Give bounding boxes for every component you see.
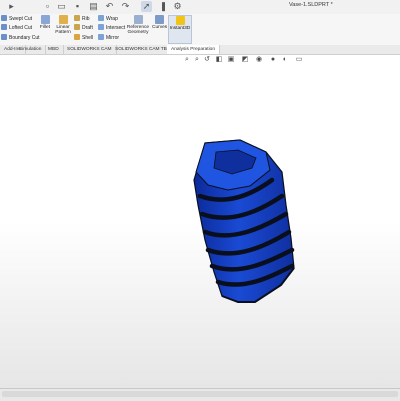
lofted-cut-button[interactable]: Lofted Cut bbox=[1, 24, 32, 31]
title-bar: ▸ ▫ ▭ ▪ ▤ ↶ ↷ ➚ ❚ ⚙ Vase-1.SLDPRT * bbox=[0, 0, 400, 15]
undo-icon[interactable]: ↶ bbox=[104, 1, 115, 12]
swept-cut-button[interactable]: Swept Cut bbox=[1, 15, 32, 22]
display-style-icon[interactable]: ◩ bbox=[241, 56, 249, 64]
curves-icon bbox=[154, 15, 164, 24]
reference-geometry-icon bbox=[133, 15, 143, 24]
swept-cut-icon bbox=[1, 15, 7, 21]
linear-pattern-button[interactable]: Linear Pattern bbox=[53, 15, 73, 35]
rib-icon bbox=[74, 15, 80, 21]
fillet-button[interactable]: Fillet bbox=[38, 15, 52, 30]
view-orientation-icon[interactable]: ▣ bbox=[227, 56, 235, 64]
print-icon[interactable]: ▤ bbox=[88, 1, 99, 12]
solidworks-menu-icon[interactable]: ▸ bbox=[6, 1, 17, 12]
wrap-button[interactable]: Wrap bbox=[98, 15, 118, 22]
reference-geometry-button[interactable]: Reference Geometry bbox=[124, 15, 152, 35]
apply-scene-icon[interactable]: ◐ bbox=[281, 56, 289, 64]
select-icon[interactable]: ➚ bbox=[141, 1, 152, 12]
tab-simulation[interactable]: Simulation bbox=[15, 45, 47, 54]
rebuild-icon[interactable]: ❚ bbox=[158, 1, 169, 12]
lofted-cut-icon bbox=[1, 24, 7, 30]
wrap-icon bbox=[98, 15, 104, 21]
zoom-to-fit-icon[interactable]: ⌕ bbox=[183, 56, 191, 64]
linear-pattern-icon bbox=[58, 15, 68, 24]
instant3d-button[interactable]: Instant3D bbox=[168, 15, 192, 44]
curves-button[interactable]: Curves bbox=[152, 15, 167, 30]
tab-analysis-preparation[interactable]: Analysis Preparation bbox=[167, 45, 220, 54]
mirror-icon bbox=[98, 34, 104, 40]
shell-button[interactable]: Shell bbox=[74, 34, 93, 41]
rib-button[interactable]: Rib bbox=[74, 15, 90, 22]
view-settings-icon[interactable]: ▭ bbox=[295, 56, 303, 64]
intersect-button[interactable]: Intersect bbox=[98, 24, 125, 31]
edit-appearance-icon[interactable]: ● bbox=[269, 56, 277, 64]
instant3d-icon bbox=[175, 16, 185, 25]
new-icon[interactable]: ▫ bbox=[42, 1, 53, 12]
draft-icon bbox=[74, 24, 80, 30]
vase-model[interactable] bbox=[0, 55, 400, 388]
zoom-to-area-icon[interactable]: ⌕ bbox=[193, 56, 201, 64]
options-icon[interactable]: ⚙ bbox=[172, 1, 183, 12]
shell-icon bbox=[74, 34, 80, 40]
graphics-area[interactable] bbox=[0, 55, 400, 388]
open-icon[interactable]: ▭ bbox=[56, 1, 67, 12]
save-icon[interactable]: ▪ bbox=[72, 1, 83, 12]
bottom-bar bbox=[0, 388, 400, 401]
fillet-icon bbox=[40, 15, 50, 24]
boundary-cut-icon bbox=[1, 34, 7, 40]
mirror-button[interactable]: Mirror bbox=[98, 34, 119, 41]
draft-button[interactable]: Draft bbox=[74, 24, 93, 31]
tab-solidworks-cam[interactable]: SOLIDWORKS CAM bbox=[63, 45, 117, 54]
section-view-icon[interactable]: ◧ bbox=[215, 56, 223, 64]
command-manager-ribbon: Swept Cut Lofted Cut Boundary Cut Fillet… bbox=[0, 14, 400, 46]
command-manager-tabs: Add-Ins Simulation MBD SOLIDWORKS CAM SO… bbox=[0, 45, 400, 55]
intersect-icon bbox=[98, 24, 104, 30]
document-title: Vase-1.SLDPRT * bbox=[289, 2, 333, 8]
previous-view-icon[interactable]: ↺ bbox=[203, 56, 211, 64]
redo-icon[interactable]: ↷ bbox=[120, 1, 131, 12]
horizontal-scrollbar[interactable] bbox=[2, 391, 398, 397]
boundary-cut-button[interactable]: Boundary Cut bbox=[1, 34, 40, 41]
hide-show-items-icon[interactable]: ◉ bbox=[255, 56, 263, 64]
tab-mbd[interactable]: MBD bbox=[44, 45, 64, 54]
